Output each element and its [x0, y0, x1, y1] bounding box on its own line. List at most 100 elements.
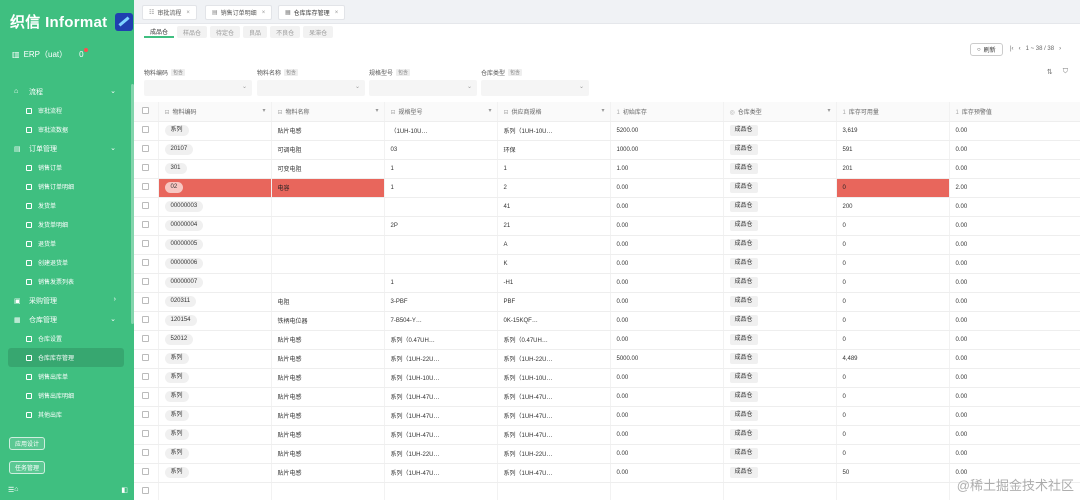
collapse-sidebar-icon[interactable]: ◧	[121, 486, 128, 494]
table-row[interactable]: 020311 电阻 3-PBF PBF 0.00 成品仓 0 0.00	[134, 292, 1080, 312]
row-checkbox[interactable]	[134, 178, 159, 198]
table-row[interactable]: 00000007 1 -H1 0.00 成品仓 0 0.00	[134, 273, 1080, 293]
table-row[interactable]: 20107 可调电阻 03 环保 1000.00 成品仓 591 0.00	[134, 140, 1080, 160]
sidebar-item[interactable]: 发货单	[0, 196, 134, 215]
table-row[interactable]: 系列 贴片电感 （1UH-10U… 系列（1UH-10U… 5200.00 成品仓 3,61…	[134, 121, 1080, 141]
sidebar-item[interactable]: 发货单明细	[0, 215, 134, 234]
tab-approval-flow[interactable]: ☷ 审批流程 ×	[142, 5, 197, 20]
table-row[interactable]: 301 可变电阻 1 1 1.00 成品仓 201 0.00	[134, 159, 1080, 179]
sidebar-item[interactable]: 销售出库明细	[0, 386, 134, 405]
row-checkbox[interactable]	[134, 254, 159, 274]
close-icon[interactable]: ×	[335, 10, 339, 16]
next-page-icon[interactable]: ›	[1059, 46, 1061, 52]
row-checkbox[interactable]	[134, 482, 159, 500]
row-checkbox[interactable]	[134, 444, 159, 464]
sidebar-item[interactable]: 销售订单明细	[0, 177, 134, 196]
refresh-button[interactable]: ○ 刷新	[970, 43, 1003, 56]
row-checkbox[interactable]	[134, 406, 159, 426]
sidebar-item[interactable]: 其他出库	[0, 405, 134, 424]
table-row[interactable]: 52012 贴片电感 系列（0.47UH… 系列（0.47UH… 0.00 成品仓 0 0.0…	[134, 330, 1080, 350]
sidebar-item[interactable]: 销售出库单	[0, 367, 134, 386]
subtab-sample[interactable]: 样品仓	[177, 26, 208, 38]
sidebar-item[interactable]: 审批流数据	[0, 120, 134, 139]
sidebar-item[interactable]: 仓库设置	[0, 329, 134, 348]
col-spec-model[interactable]: ⊟ 规格型号 ▾	[384, 102, 498, 122]
material-name-input[interactable]: ⌄	[257, 80, 365, 96]
cell-available-stock: 3,619	[836, 121, 950, 141]
sidebar-item[interactable]: 销售发票列表	[0, 272, 134, 291]
table-icon: ▤	[212, 10, 218, 16]
filter-icon[interactable]: ⛉	[1063, 68, 1068, 76]
row-checkbox[interactable]	[134, 159, 159, 179]
notification-count[interactable]: 0	[79, 48, 88, 59]
table-row[interactable]: 系列 贴片电感 系列（1UH-22U… 系列（1UH-22U… 5000.00 成品仓 4,…	[134, 349, 1080, 369]
cell-warehouse-type: 成品仓	[723, 159, 837, 179]
close-icon[interactable]: ×	[186, 10, 190, 16]
table-row[interactable]: 系列 贴片电感 系列（1UH-47U… 系列（1UH-47U… 0.00 成品仓 50 0.0…	[134, 463, 1080, 483]
row-checkbox[interactable]	[134, 292, 159, 312]
table-row[interactable]: 系列 贴片电感 系列（1UH-47U… 系列（1UH-47U… 0.00 成品仓 0 0.00	[134, 387, 1080, 407]
sidebar-group[interactable]: ▤ 订单管理 ⌄	[0, 139, 134, 158]
row-checkbox[interactable]	[134, 387, 159, 407]
subtab-defective[interactable]: 不良仓	[270, 26, 301, 38]
row-checkbox[interactable]	[134, 463, 159, 483]
row-checkbox[interactable]	[134, 330, 159, 350]
col-supplier-spec[interactable]: ⊟ 供应商规格 ▾	[497, 102, 611, 122]
material-code-input[interactable]: ⌄	[144, 80, 252, 96]
col-warehouse-type[interactable]: ◎ 仓库类型 ▾	[723, 102, 837, 122]
close-icon[interactable]: ×	[262, 10, 266, 16]
app-switcher[interactable]: ▥ ERP（uat） 0	[12, 48, 88, 60]
row-checkbox[interactable]	[134, 216, 159, 236]
select-all-checkbox[interactable]	[134, 102, 159, 122]
sidebar-item[interactable]: 创建退货单	[0, 253, 134, 272]
sort-icon[interactable]: ⇅	[1047, 68, 1053, 76]
sidebar-item[interactable]: 退货单	[0, 234, 134, 253]
spec-model-input[interactable]: ⌄	[369, 80, 477, 96]
row-checkbox[interactable]	[134, 311, 159, 331]
subtab-idle[interactable]: 呆滞仓	[303, 26, 334, 38]
tab-warehouse-stock[interactable]: ▦ 仓库库存管理 ×	[278, 5, 346, 20]
sidebar-item[interactable]: 销售订单	[0, 158, 134, 177]
sidebar-group[interactable]: ▦ 仓库管理 ⌄	[0, 310, 134, 329]
chevron-icon: ⌄	[110, 145, 116, 152]
row-checkbox[interactable]	[134, 121, 159, 141]
row-checkbox[interactable]	[134, 197, 159, 217]
cell-available-stock: 0	[836, 368, 950, 388]
row-checkbox[interactable]	[134, 140, 159, 160]
subtab-pending[interactable]: 待定仓	[210, 26, 241, 38]
subtab-good[interactable]: 良品	[243, 26, 268, 38]
tab-sales-order-detail[interactable]: ▤ 销售订单明细 ×	[205, 5, 273, 20]
prev-page-icon[interactable]: ‹	[1019, 46, 1021, 52]
table-row[interactable]: 系列 贴片电感 系列（1UH-47U… 系列（1UH-47U… 0.00 成品仓 0 0.00	[134, 425, 1080, 445]
table-row[interactable]: 00000005 A 0.00 成品仓 0 0.00	[134, 235, 1080, 255]
table-row[interactable]	[134, 482, 1080, 500]
row-checkbox[interactable]	[134, 273, 159, 293]
table-row[interactable]: 系列 贴片电感 系列（1UH-47U… 系列（1UH-47U… 0.00 成品仓 0 0.00	[134, 406, 1080, 426]
table-row[interactable]: 00000003 41 0.00 成品仓 200 0.00	[134, 197, 1080, 217]
table-row[interactable]: 120154 铁柄电位器 7-B504-Y… 0K-15KQF… 0.00 成品仓 0 0.0…	[134, 311, 1080, 331]
col-initial-stock[interactable]: 1 初始库存	[610, 102, 724, 122]
sidebar-group[interactable]: ▣ 采购管理 ›	[0, 291, 134, 310]
sidebar-item[interactable]: 审批流程	[0, 101, 134, 120]
table-row[interactable]: 系列 贴片电感 系列（1UH-22U… 系列（1UH-22U… 0.00 成品仓 0 0.00	[134, 444, 1080, 464]
table-row[interactable]: 00000004 2P 21 0.00 成品仓 0 0.00	[134, 216, 1080, 236]
table-row[interactable]: 02 电容 1 2 0.00 成品仓 0 2.00	[134, 178, 1080, 198]
col-stock-warning[interactable]: 1 库存预警值	[949, 102, 1080, 122]
sidebar-item[interactable]: 仓库库存管理	[8, 348, 124, 367]
row-checkbox[interactable]	[134, 368, 159, 388]
row-checkbox[interactable]	[134, 235, 159, 255]
sidebar-group[interactable]: ⌂ 流程 ⌄	[0, 82, 134, 101]
col-material-code[interactable]: ⊟ 物料编码 ▾	[158, 102, 272, 122]
col-material-name[interactable]: ⊟ 物料名称 ▾	[271, 102, 385, 122]
first-page-icon[interactable]: |‹	[1010, 46, 1014, 52]
row-checkbox[interactable]	[134, 425, 159, 445]
row-checkbox[interactable]	[134, 349, 159, 369]
task-management-button[interactable]: 任务管理	[9, 461, 46, 474]
warehouse-type-select[interactable]: ⌄	[481, 80, 589, 96]
sidebar-footer: ☰ ⌂ ◧	[8, 486, 128, 494]
app-design-button[interactable]: 应用设计	[9, 437, 46, 450]
table-row[interactable]: 系列 贴片电感 系列（1UH-10U… 系列（1UH-10U… 0.00 成品仓 0 0.00	[134, 368, 1080, 388]
subtab-finished[interactable]: 成品仓	[144, 26, 175, 38]
table-row[interactable]: 00000006 K 0.00 成品仓 0 0.00	[134, 254, 1080, 274]
col-available-stock[interactable]: 1 库存可用量	[836, 102, 950, 122]
